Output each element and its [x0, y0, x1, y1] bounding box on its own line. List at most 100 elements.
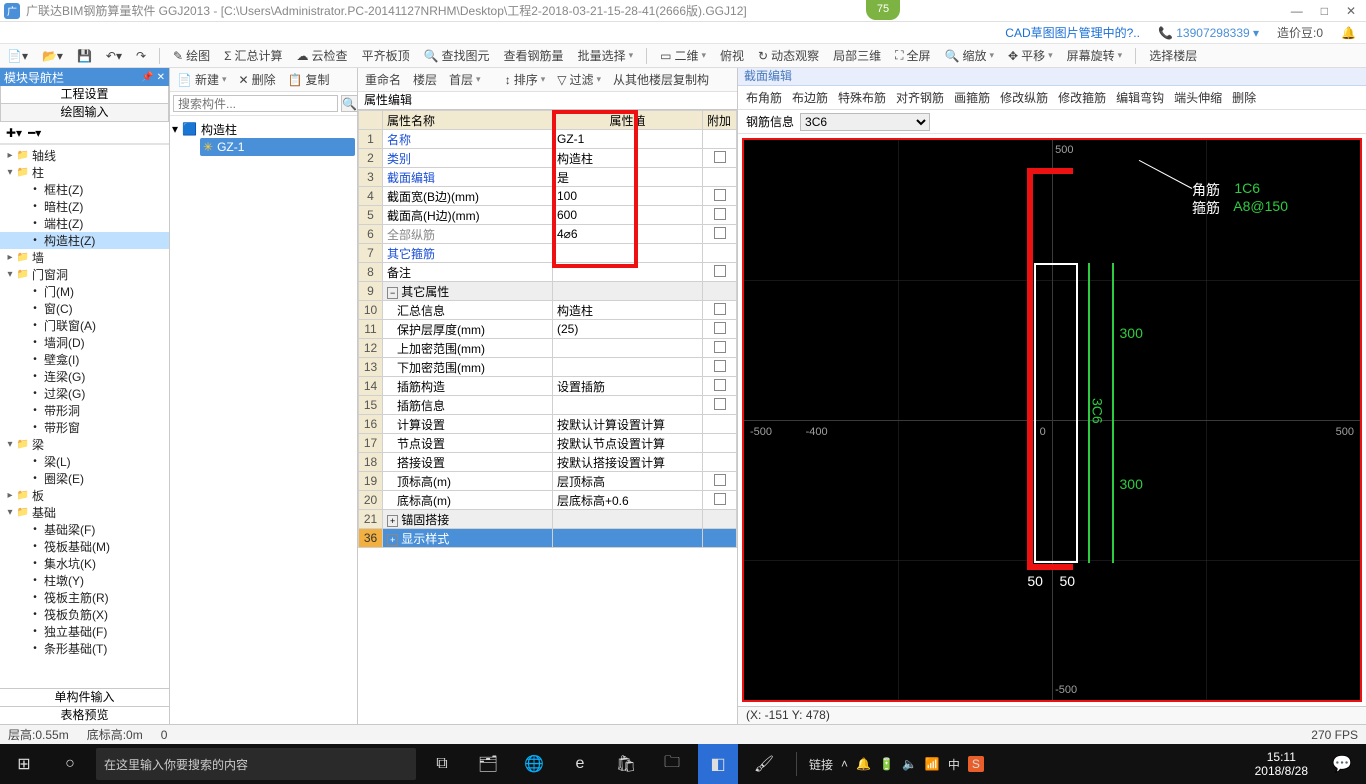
tab-project-settings[interactable]: 工程设置 — [0, 86, 169, 104]
view-2d-btn[interactable]: ▭ 二维 — [657, 47, 709, 64]
section-canvas[interactable]: 0 -500 500 500 -500 -400 300 300 3C6 50 … — [742, 138, 1362, 702]
new-file-icon[interactable]: 📄▾ — [4, 49, 31, 63]
prop-row[interactable]: 8备注 — [359, 263, 737, 282]
prop-row[interactable]: 13 下加密范围(mm) — [359, 358, 737, 377]
tab-draw-input[interactable]: 绘图输入 — [0, 104, 169, 122]
taskbar-search[interactable]: 在这里输入你要搜索的内容 — [96, 748, 416, 780]
nav-node[interactable]: •过梁(G) — [0, 385, 169, 402]
copy-from-floor-btn[interactable]: 从其他楼层复制构 — [610, 71, 712, 88]
cortana-icon[interactable]: ○ — [50, 744, 90, 784]
tray-sogou-icon[interactable]: S — [968, 756, 984, 772]
align-slab-btn[interactable]: 平齐板顶 — [359, 47, 413, 64]
section-tab[interactable]: 删除 — [1232, 89, 1256, 106]
nav-node[interactable]: •梁(L) — [0, 453, 169, 470]
minimize-button[interactable]: — — [1291, 4, 1303, 18]
section-tab[interactable]: 布边筋 — [792, 89, 828, 106]
nav-node[interactable]: •集水坑(K) — [0, 555, 169, 572]
cloud-check-btn[interactable]: ☁ 云检查 — [294, 47, 351, 64]
search-input[interactable] — [173, 95, 338, 112]
section-tab[interactable]: 对齐钢筋 — [896, 89, 944, 106]
prop-row[interactable]: 2类别构造柱 — [359, 149, 737, 168]
component-tree[interactable]: ▾🟦构造柱 ✳GZ-1 — [170, 116, 357, 724]
prop-row[interactable]: 4截面宽(B边)(mm)100 — [359, 187, 737, 206]
nav-node[interactable]: •基础梁(F) — [0, 521, 169, 538]
nav-node[interactable]: ▸📁轴线 — [0, 147, 169, 164]
new-component-btn[interactable]: 📄 新建 — [174, 71, 230, 88]
zoom-btn[interactable]: 🔍 缩放 — [942, 47, 998, 64]
section-tab[interactable]: 端头伸缩 — [1174, 89, 1222, 106]
section-tab[interactable]: 特殊布筋 — [838, 89, 886, 106]
nav-node[interactable]: •筏板主筋(R) — [0, 589, 169, 606]
pan-btn[interactable]: ✥ 平移 — [1005, 47, 1056, 64]
calc-btn[interactable]: Σ 汇总计算 — [221, 47, 285, 64]
tray-volume-icon[interactable]: 🔈 — [902, 757, 917, 771]
open-file-icon[interactable]: 📂▾ — [39, 49, 66, 63]
rotate-screen-btn[interactable]: 屏幕旋转 — [1064, 47, 1126, 64]
nav-node[interactable]: •暗柱(Z) — [0, 198, 169, 215]
nav-node[interactable]: ▾📁梁 — [0, 436, 169, 453]
section-tab[interactable]: 画箍筋 — [954, 89, 990, 106]
component-item-gz1[interactable]: ✳GZ-1 — [200, 138, 355, 156]
table-preview[interactable]: 表格预览 — [0, 706, 169, 724]
rebar-info-select[interactable]: 3C6 — [800, 113, 930, 131]
copy-component-btn[interactable]: 📋 复制 — [285, 71, 333, 88]
batch-select-btn[interactable]: 批量选择 — [575, 47, 637, 64]
app-icon-2[interactable]: 🌐 — [514, 744, 554, 784]
nav-node[interactable]: •圈梁(E) — [0, 470, 169, 487]
prop-row[interactable]: 12 上加密范围(mm) — [359, 339, 737, 358]
prop-row[interactable]: 1名称GZ-1 — [359, 130, 737, 149]
app-icon-ggj[interactable]: ◧ — [698, 744, 738, 784]
property-table[interactable]: 属性名称 属性值 附加 1名称GZ-12类别构造柱3截面编辑是4截面宽(B边)(… — [358, 110, 737, 548]
nav-node[interactable]: •筏板基础(M) — [0, 538, 169, 555]
prop-row[interactable]: 20 底标高(m)层底标高+0.6 — [359, 491, 737, 510]
close-button[interactable]: ✕ — [1346, 4, 1356, 18]
nav-node[interactable]: •窗(C) — [0, 300, 169, 317]
app-icon-5[interactable]: 🗀 — [652, 744, 692, 784]
app-icon-paint[interactable]: 🖌 — [744, 744, 784, 784]
taskbar-clock[interactable]: 15:112018/8/28 — [1247, 750, 1316, 778]
section-tab[interactable]: 修改箍筋 — [1058, 89, 1106, 106]
nav-node[interactable]: •构造柱(Z) — [0, 232, 169, 249]
tray-bell-icon[interactable]: 🔔 — [856, 757, 871, 771]
nav-node[interactable]: ▾📁基础 — [0, 504, 169, 521]
nav-node[interactable]: •壁龛(I) — [0, 351, 169, 368]
filter-btn[interactable]: ▽ 过滤 — [554, 71, 604, 88]
delete-component-btn[interactable]: ✕ 删除 — [236, 71, 279, 88]
task-view-icon[interactable]: ⧉ — [422, 744, 462, 784]
app-icon-1[interactable]: 🗂 — [468, 744, 508, 784]
view-top-btn[interactable]: 俯视 — [717, 47, 747, 64]
search-button[interactable]: 🔍 — [341, 95, 358, 112]
component-type-tree[interactable]: ▸📁轴线▾📁柱•框柱(Z)•暗柱(Z)•端柱(Z)•构造柱(Z)▸📁墙▾📁门窗洞… — [0, 144, 169, 688]
nav-node[interactable]: ▾📁柱 — [0, 164, 169, 181]
section-tab[interactable]: 编辑弯钩 — [1116, 89, 1164, 106]
first-floor-dd[interactable]: 首层 — [446, 71, 484, 88]
single-component-input[interactable]: 单构件输入 — [0, 688, 169, 706]
nav-node[interactable]: •门联窗(A) — [0, 317, 169, 334]
nav-node[interactable]: •端柱(Z) — [0, 215, 169, 232]
bell-icon[interactable]: 🔔 — [1341, 26, 1356, 40]
prop-row[interactable]: 10 汇总信息构造柱 — [359, 301, 737, 320]
component-root[interactable]: ▾🟦构造柱 — [172, 120, 355, 138]
nav-node[interactable]: ▸📁板 — [0, 487, 169, 504]
nav-node[interactable]: •带形洞 — [0, 402, 169, 419]
action-center-icon[interactable]: 💬 — [1322, 744, 1362, 784]
prop-row[interactable]: 21+锚固搭接 — [359, 510, 737, 529]
prop-row[interactable]: 14 插筋构造设置插筋 — [359, 377, 737, 396]
tray-chevron-icon[interactable]: ˄ — [841, 757, 848, 771]
cad-tip-link[interactable]: CAD草图图片管理中的?.. — [1005, 24, 1140, 41]
section-tab[interactable]: 布角筋 — [746, 89, 782, 106]
undo-icon[interactable]: ↶▾ — [103, 49, 125, 63]
nav-node[interactable]: •框柱(Z) — [0, 181, 169, 198]
fullscreen-btn[interactable]: ⛶ 全屏 — [892, 47, 933, 64]
pin-icon[interactable]: 📌 ✕ — [141, 72, 165, 83]
tray-ime[interactable]: 中 — [948, 756, 960, 773]
local-3d-btn[interactable]: 局部三维 — [830, 47, 884, 64]
nav-node[interactable]: •连梁(G) — [0, 368, 169, 385]
prop-row[interactable]: 11 保护层厚度(mm)(25) — [359, 320, 737, 339]
system-tray[interactable]: 链接 ˄ 🔔 🔋 🔈 📶 中 S — [809, 756, 984, 773]
prop-row[interactable]: 19 顶标高(m)层顶标高 — [359, 472, 737, 491]
nav-node[interactable]: •门(M) — [0, 283, 169, 300]
prop-row[interactable]: 5截面高(H边)(mm)600 — [359, 206, 737, 225]
rename-btn[interactable]: 重命名 — [362, 71, 404, 88]
nav-node[interactable]: •独立基础(F) — [0, 623, 169, 640]
